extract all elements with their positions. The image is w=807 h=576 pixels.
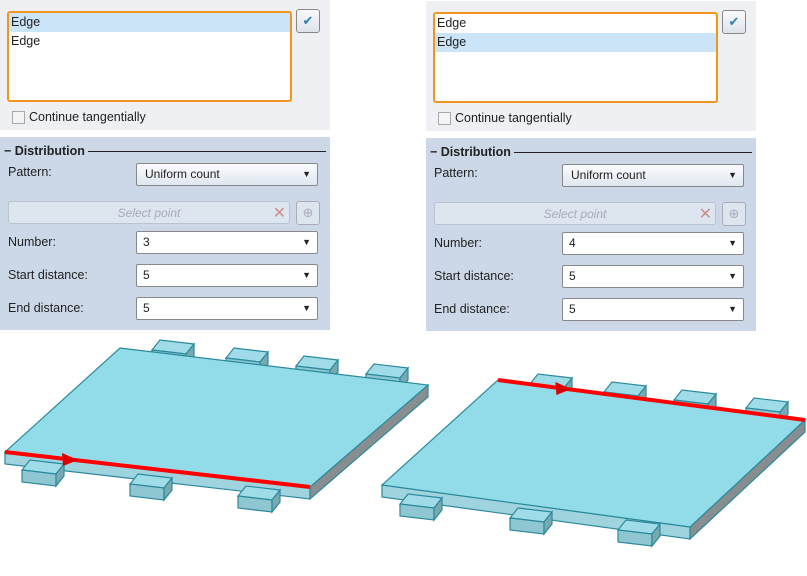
continue-tangentially-label: Continue tangentially — [29, 110, 146, 124]
list-item[interactable]: Edge — [9, 32, 290, 51]
pick-point-button: ⊕ — [296, 201, 320, 225]
clear-icon: ✕ — [698, 206, 712, 223]
divider — [88, 151, 326, 152]
start-distance-label: Start distance: — [434, 269, 514, 283]
3d-preview — [3, 339, 807, 548]
start-distance-label: Start distance: — [8, 268, 88, 282]
continue-tangentially-label: Continue tangentially — [455, 111, 572, 125]
list-item[interactable]: Edge — [435, 33, 716, 52]
eye-pick-icon: ✔ — [728, 14, 740, 29]
end-distance-dropdown[interactable]: 5 ▼ — [136, 297, 318, 320]
clear-icon: ✕ — [272, 205, 286, 222]
start-distance-dropdown[interactable]: 5 ▼ — [136, 264, 318, 287]
pattern-label: Pattern: — [8, 165, 52, 179]
chevron-down-icon: ▼ — [728, 271, 737, 281]
distribution-section: − Distribution Pattern: Uniform count ▼ S… — [0, 137, 330, 330]
chevron-down-icon: ▼ — [302, 237, 311, 247]
start-distance-dropdown[interactable]: 5 ▼ — [562, 265, 744, 288]
chevron-down-icon: ▼ — [302, 303, 311, 313]
pick-point-icon: ⊕ — [728, 206, 740, 221]
edge-list[interactable]: Edge Edge — [7, 11, 292, 102]
edge-list[interactable]: Edge Edge — [433, 12, 718, 103]
chevron-down-icon: ▼ — [302, 169, 311, 179]
number-dropdown[interactable]: 3 ▼ — [136, 231, 318, 254]
number-label: Number: — [434, 236, 482, 250]
select-point-field: Select point ✕ — [8, 201, 290, 224]
chevron-down-icon: ▼ — [728, 238, 737, 248]
pick-point-button: ⊕ — [722, 202, 746, 226]
list-item[interactable]: Edge — [9, 13, 290, 32]
continue-tangentially-checkbox[interactable] — [438, 112, 451, 125]
end-distance-label: End distance: — [8, 301, 84, 315]
section-title[interactable]: − Distribution — [4, 144, 85, 158]
edge-selection-section: Edge Edge ✔ Continue tangentially — [0, 0, 330, 130]
section-title[interactable]: − Distribution — [430, 145, 511, 159]
edge-pattern-panel-1: Edge Edge ✔ Continue tangentially − Distr… — [0, 0, 330, 330]
distribution-section: − Distribution Pattern: Uniform count ▼ S… — [426, 138, 756, 331]
number-dropdown[interactable]: 4 ▼ — [562, 232, 744, 255]
end-distance-dropdown[interactable]: 5 ▼ — [562, 298, 744, 321]
pick-point-icon: ⊕ — [302, 205, 314, 220]
list-item[interactable]: Edge — [435, 14, 716, 33]
chevron-down-icon: ▼ — [728, 170, 737, 180]
chevron-down-icon: ▼ — [302, 270, 311, 280]
pattern-dropdown[interactable]: Uniform count ▼ — [562, 164, 744, 187]
end-distance-label: End distance: — [434, 302, 510, 316]
edge-selection-section: Edge Edge ✔ Continue tangentially — [426, 1, 756, 131]
pattern-dropdown[interactable]: Uniform count ▼ — [136, 163, 318, 186]
number-label: Number: — [8, 235, 56, 249]
divider — [514, 152, 752, 153]
eye-pick-icon: ✔ — [302, 13, 314, 28]
continue-tangentially-checkbox[interactable] — [12, 111, 25, 124]
select-edges-button[interactable]: ✔ — [722, 10, 746, 34]
pattern-label: Pattern: — [434, 166, 478, 180]
chevron-down-icon: ▼ — [728, 304, 737, 314]
select-edges-button[interactable]: ✔ — [296, 9, 320, 33]
select-point-field: Select point ✕ — [434, 202, 716, 225]
edge-pattern-panel-2: Edge Edge ✔ Continue tangentially − Distr… — [426, 1, 756, 331]
